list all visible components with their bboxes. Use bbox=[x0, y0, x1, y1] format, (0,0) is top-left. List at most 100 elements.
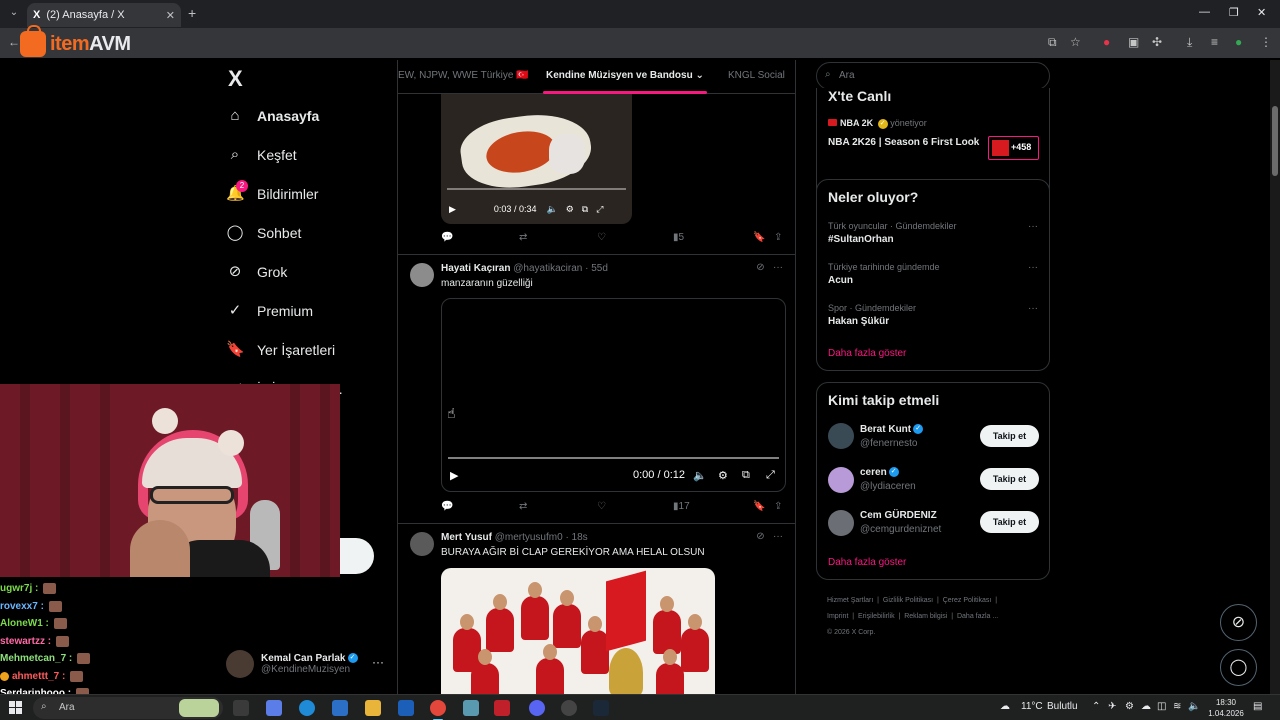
more-icon[interactable]: ··· bbox=[1028, 303, 1038, 314]
star-icon[interactable]: ☆ bbox=[1070, 35, 1081, 49]
back-icon[interactable]: ← bbox=[8, 35, 20, 49]
new-tab-icon[interactable]: + bbox=[188, 5, 196, 21]
avatar[interactable] bbox=[828, 423, 854, 449]
share-icon[interactable]: ⇪ bbox=[774, 232, 782, 243]
extension-icon[interactable]: ▣ bbox=[1128, 35, 1139, 49]
grok-fab-icon[interactable]: ⊘ bbox=[1220, 604, 1257, 641]
network-icon[interactable]: ◫ bbox=[1157, 701, 1166, 712]
app-icon[interactable] bbox=[463, 700, 479, 716]
chrome-icon[interactable] bbox=[430, 700, 446, 720]
tray-app-icon[interactable]: ☁ bbox=[1141, 701, 1151, 712]
video-progress-bar[interactable] bbox=[447, 188, 626, 190]
browser-tab[interactable]: X (2) Anasayfa / X ✕ bbox=[27, 3, 181, 27]
avatar[interactable] bbox=[828, 510, 854, 536]
search-input[interactable]: ⌕ Ara bbox=[816, 62, 1050, 90]
temperature[interactable]: 11°C bbox=[1021, 701, 1043, 712]
notification-icon[interactable]: ▤ bbox=[1253, 701, 1262, 712]
menu-icon[interactable]: ⋮ bbox=[1260, 35, 1272, 49]
nav-item-5[interactable]: ✓ Premium bbox=[226, 302, 313, 320]
taskbar-search[interactable]: ⌕ Ara bbox=[33, 697, 223, 719]
views-icon[interactable]: ▮ 5 bbox=[673, 232, 684, 243]
post-button[interactable] bbox=[340, 538, 374, 574]
tab-kngl-social[interactable]: KNGL Social bbox=[728, 70, 785, 81]
trend-name[interactable]: Hakan Şükür bbox=[828, 316, 889, 327]
install-icon[interactable]: ⧉ bbox=[1048, 35, 1057, 50]
more-icon[interactable]: ··· bbox=[1028, 262, 1038, 273]
fullscreen-icon[interactable]: ⤢ bbox=[766, 469, 775, 482]
user-name[interactable]: Berat Kunt bbox=[860, 424, 911, 435]
trend-name[interactable]: #SultanOrhan bbox=[828, 234, 894, 245]
views-icon[interactable]: ▮ 17 bbox=[673, 501, 690, 512]
more-icon[interactable]: ··· bbox=[773, 531, 783, 542]
nav-item-6[interactable]: 🔖 Yer İşaretleri bbox=[226, 341, 335, 359]
file-explorer-icon[interactable] bbox=[365, 700, 381, 716]
tab-close-icon[interactable]: ✕ bbox=[166, 9, 175, 22]
store-icon[interactable] bbox=[332, 700, 348, 716]
live-stream-title[interactable]: NBA 2K26 | Season 6 First Look bbox=[828, 137, 979, 148]
footer-link[interactable]: Çerez Politikası bbox=[943, 597, 992, 604]
pip-icon[interactable]: ⧉ bbox=[582, 204, 588, 215]
nav-item-3[interactable]: ◯ Sohbet bbox=[226, 224, 302, 242]
video-progress-bar[interactable] bbox=[448, 457, 779, 459]
tab-kendine-muzisyen[interactable]: Kendine Müzisyen ve Bandosu ⌄ bbox=[546, 70, 704, 81]
avatar[interactable] bbox=[410, 532, 434, 556]
footer-link[interactable]: Erişilebilirlik bbox=[858, 613, 895, 620]
x-logo-icon[interactable]: X bbox=[228, 66, 243, 92]
bookmark-icon[interactable]: 🔖 bbox=[753, 501, 765, 512]
like-icon[interactable]: ♡ bbox=[597, 501, 606, 512]
avatar[interactable] bbox=[410, 263, 434, 287]
live-listeners[interactable]: +458 bbox=[988, 136, 1039, 160]
page-scrollbar[interactable] bbox=[1270, 60, 1280, 700]
footer-link[interactable]: Daha fazla ... bbox=[957, 613, 998, 620]
wifi-icon[interactable]: ≋ bbox=[1173, 701, 1181, 712]
volume-icon[interactable]: 🔈 bbox=[1188, 701, 1200, 712]
play-icon[interactable]: ▶ bbox=[449, 204, 456, 215]
more-icon[interactable]: ··· bbox=[773, 262, 783, 273]
profile-icon[interactable]: ● bbox=[1235, 35, 1242, 49]
trend-name[interactable]: Acun bbox=[828, 275, 853, 286]
outlook-icon[interactable] bbox=[398, 700, 414, 716]
settings-icon[interactable]: ⚙ bbox=[566, 204, 574, 215]
volume-icon[interactable]: 🔈 bbox=[546, 204, 557, 215]
team-photo[interactable] bbox=[441, 568, 715, 698]
fullscreen-icon[interactable]: ⤢ bbox=[596, 204, 603, 215]
nav-item-0[interactable]: ⌂ Anasayfa bbox=[226, 107, 319, 125]
media-icon[interactable]: ≡ bbox=[1211, 35, 1218, 49]
user-name[interactable]: Cem GÜRDENIZ bbox=[860, 510, 937, 521]
user-name[interactable]: ceren bbox=[860, 467, 887, 478]
steam-icon[interactable] bbox=[593, 700, 609, 716]
bookmark-icon[interactable]: 🔖 bbox=[753, 232, 765, 243]
weather-icon[interactable]: ☁ bbox=[1000, 701, 1010, 712]
reply-icon[interactable]: 💬 bbox=[441, 232, 453, 243]
download-icon[interactable]: ⤓ bbox=[1187, 35, 1192, 50]
author-name[interactable]: Hayati Kaçıran bbox=[441, 263, 510, 274]
discord-icon[interactable] bbox=[529, 700, 545, 716]
nav-item-2[interactable]: 🔔 2 Bildirimler bbox=[226, 180, 318, 203]
follow-button[interactable]: Takip et bbox=[980, 468, 1039, 490]
footer-link[interactable]: Reklam bilgisi bbox=[904, 613, 947, 620]
window-close-icon[interactable]: ✕ bbox=[1257, 6, 1266, 19]
repost-icon[interactable]: ⇄ bbox=[519, 501, 527, 512]
follow-button[interactable]: Takip et bbox=[980, 425, 1039, 447]
reply-icon[interactable]: 💬 bbox=[441, 501, 453, 512]
follow-button[interactable]: Takip et bbox=[980, 511, 1039, 533]
obs-icon[interactable] bbox=[561, 700, 577, 716]
tab-search-icon[interactable]: ⌄ bbox=[6, 5, 22, 21]
show-more-follow-link[interactable]: Daha fazla göster bbox=[828, 557, 906, 568]
tray-app-icon[interactable]: ⚙ bbox=[1125, 701, 1134, 712]
restore-icon[interactable]: ❐ bbox=[1229, 6, 1239, 19]
nav-item-1[interactable]: ⌕ Keşfet bbox=[226, 146, 297, 164]
tab-wrestling[interactable]: EW, NJPW, WWE Türkiye 🇹🇷 bbox=[398, 70, 529, 81]
video-app-icon[interactable] bbox=[494, 700, 510, 716]
windows-start-icon[interactable] bbox=[9, 701, 22, 714]
footer-link[interactable]: Imprint bbox=[827, 613, 848, 620]
task-view-icon[interactable] bbox=[233, 700, 249, 716]
system-clock[interactable]: 18:30 1.04.2026 bbox=[1206, 697, 1246, 719]
live-host-name[interactable]: NBA 2K bbox=[840, 118, 873, 128]
messages-fab-icon[interactable]: ◯ bbox=[1220, 649, 1257, 686]
more-icon[interactable]: ··· bbox=[372, 655, 384, 669]
like-icon[interactable]: ♡ bbox=[597, 232, 606, 243]
tray-overflow-icon[interactable]: ⌃ bbox=[1092, 701, 1100, 712]
video-player[interactable]: ▶ 0:00 / 0:12 🔈 ⚙ ⧉ ⤢ bbox=[441, 298, 786, 492]
grok-icon[interactable]: ⊘ bbox=[756, 531, 764, 542]
